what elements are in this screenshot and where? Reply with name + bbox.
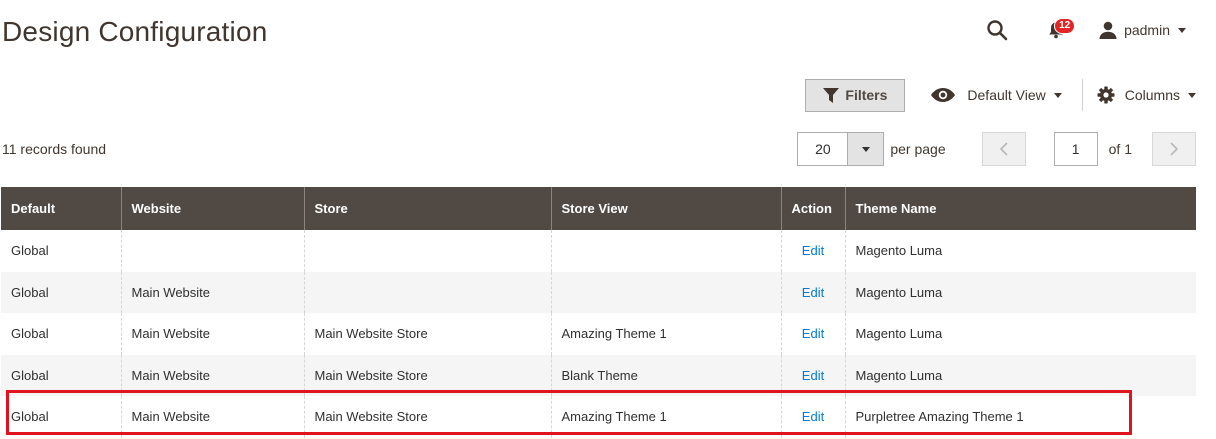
- column-header-default[interactable]: Default: [1, 187, 121, 230]
- filters-button[interactable]: Filters: [805, 78, 906, 112]
- cell-website: [120, 230, 304, 272]
- column-header-theme-name[interactable]: Theme Name: [844, 187, 1196, 230]
- cell-default: Global: [1, 271, 121, 313]
- cell-theme-name: Magento Luma: [844, 313, 1196, 355]
- current-page-input[interactable]: 1: [1053, 132, 1098, 166]
- filters-label: Filters: [845, 87, 888, 103]
- cell-theme-name: Purpletree Amazing Theme 1: [844, 396, 1196, 438]
- notifications-count-badge: 12: [1054, 18, 1076, 34]
- chevron-down-icon: [861, 146, 870, 152]
- user-icon: [1099, 21, 1117, 39]
- cell-website: Main Website: [120, 271, 304, 313]
- per-page-value: 20: [798, 133, 849, 165]
- edit-link[interactable]: Edit: [780, 271, 845, 313]
- next-page-button[interactable]: [1152, 132, 1196, 166]
- chevron-right-icon: [1170, 142, 1179, 156]
- per-page-label: per page: [890, 141, 946, 157]
- cell-store-view: Blank Theme: [550, 354, 781, 396]
- cell-store: Main Website Store: [303, 396, 551, 438]
- per-page-select[interactable]: 20: [797, 132, 885, 166]
- table-row: Global Edit Magento Luma: [1, 230, 1196, 272]
- column-header-action: Action: [780, 187, 845, 230]
- column-header-website[interactable]: Website: [120, 187, 304, 230]
- table-row: Global Main Website Edit Magento Luma: [1, 271, 1196, 313]
- edit-link[interactable]: Edit: [780, 396, 845, 438]
- grid-toolbar: Filters Default View Columns: [805, 78, 1196, 112]
- records-count: 11 records found: [2, 141, 107, 157]
- cell-store: [303, 230, 551, 272]
- page-title: Design Configuration: [2, 16, 268, 47]
- cell-store: Main Website Store: [303, 354, 551, 396]
- cell-theme-name: Magento Luma: [844, 354, 1196, 396]
- toolbar-divider: [1081, 79, 1083, 111]
- cell-store-view: [550, 271, 781, 313]
- column-header-store[interactable]: Store: [303, 187, 551, 230]
- chevron-down-icon: [1188, 92, 1196, 98]
- view-switcher[interactable]: Default View: [931, 87, 1073, 103]
- edit-link[interactable]: Edit: [780, 230, 845, 272]
- cell-default: Global: [1, 396, 121, 438]
- cell-website: Main Website: [120, 313, 304, 355]
- view-switcher-label: Default View: [967, 87, 1046, 103]
- chevron-down-icon: [1053, 92, 1062, 98]
- table-row: Global Main Website Main Website Store A…: [1, 396, 1196, 438]
- filter-icon: [823, 87, 840, 103]
- cell-default: Global: [1, 313, 121, 355]
- column-header-store-view[interactable]: Store View: [550, 187, 781, 230]
- chevron-down-icon: [1178, 27, 1186, 33]
- cell-website: Main Website: [120, 354, 304, 396]
- search-icon: [987, 20, 1008, 41]
- cell-website: Main Website: [120, 396, 304, 438]
- design-config-grid: Default Website Store Store View Action …: [1, 187, 1196, 438]
- user-menu[interactable]: padmin: [1098, 20, 1186, 40]
- user-name: padmin: [1124, 22, 1170, 38]
- gear-icon: [1097, 86, 1115, 104]
- cell-store: [303, 271, 551, 313]
- cell-store-view: [550, 230, 781, 272]
- eye-icon: [931, 88, 956, 102]
- per-page-toggle[interactable]: [848, 133, 884, 165]
- cell-theme-name: Magento Luma: [844, 230, 1196, 272]
- cell-theme-name: Magento Luma: [844, 271, 1196, 313]
- columns-button[interactable]: Columns: [1097, 86, 1196, 104]
- cell-store-view: Amazing Theme 1: [550, 396, 781, 438]
- table-row: Global Main Website Main Website Store A…: [1, 313, 1196, 355]
- pager: 20 per page 1 of 1: [797, 132, 1196, 166]
- edit-link[interactable]: Edit: [780, 354, 845, 396]
- notifications-button[interactable]: 12: [1042, 15, 1076, 45]
- edit-link[interactable]: Edit: [780, 313, 845, 355]
- header-actions: 12 padmin: [982, 14, 1186, 46]
- cell-store-view: Amazing Theme 1: [550, 313, 781, 355]
- grid-header-row: Default Website Store Store View Action …: [1, 187, 1196, 230]
- chevron-left-icon: [999, 142, 1008, 156]
- total-pages-label: of 1: [1108, 141, 1132, 157]
- search-button[interactable]: [982, 15, 1012, 45]
- previous-page-button[interactable]: [981, 132, 1026, 166]
- columns-label: Columns: [1124, 87, 1180, 103]
- cell-default: Global: [1, 354, 121, 396]
- cell-default: Global: [1, 230, 121, 272]
- table-row: Global Main Website Main Website Store B…: [1, 354, 1196, 396]
- cell-store: Main Website Store: [303, 313, 551, 355]
